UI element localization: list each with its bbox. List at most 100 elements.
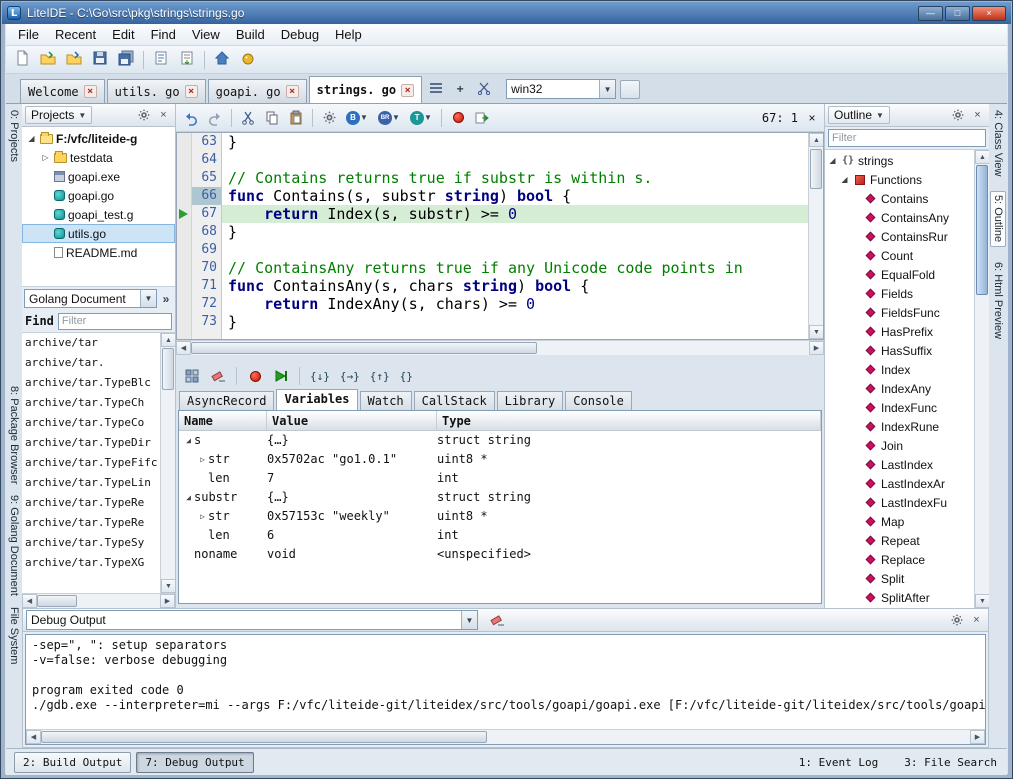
side-tab-5-outline[interactable]: 5: Outline: [990, 191, 1006, 246]
tab-utils-go[interactable]: utils. go×: [107, 79, 206, 103]
tree-row[interactable]: goapi.exe: [22, 167, 175, 186]
copy-button[interactable]: [261, 108, 283, 128]
line-number[interactable]: 71: [192, 277, 222, 295]
line-number[interactable]: 73: [192, 313, 222, 331]
outline-row[interactable]: Split: [825, 569, 974, 588]
minimize-button[interactable]: —: [918, 6, 943, 21]
code-row[interactable]: 66func Contains(s, substr string) bool {: [177, 187, 808, 205]
clear-debug-button[interactable]: [207, 366, 229, 386]
doc-list-item[interactable]: archive/tar.TypeSy: [22, 533, 160, 553]
outline-filter-input[interactable]: [828, 129, 986, 147]
outline-row[interactable]: Index: [825, 360, 974, 379]
menu-item-edit[interactable]: Edit: [104, 24, 142, 45]
close-split-button[interactable]: [473, 78, 495, 100]
new-file-button[interactable]: [10, 49, 34, 71]
tree-row[interactable]: utils.go: [22, 224, 175, 243]
paste-button[interactable]: [285, 108, 307, 128]
outline-row[interactable]: ◢{}strings: [825, 151, 974, 170]
env-edit-button[interactable]: [620, 80, 640, 99]
code-row[interactable]: 72 return IndexAny(s, chars) >= 0: [177, 295, 808, 313]
line-number[interactable]: 65: [192, 169, 222, 187]
panel-selector-combo[interactable]: Golang Document▼: [24, 289, 157, 308]
code-row[interactable]: 70// ContainsAny returns true if any Uni…: [177, 259, 808, 277]
scroll-left-icon[interactable]: ◀: [26, 730, 41, 744]
output-menu-button[interactable]: [948, 612, 965, 629]
export-file-button[interactable]: [175, 49, 199, 71]
expander-icon[interactable]: ◢: [839, 175, 850, 184]
doc-filter-input[interactable]: [58, 313, 172, 330]
outline-row[interactable]: Fields: [825, 284, 974, 303]
outline-row[interactable]: IndexFunc: [825, 398, 974, 417]
expander-icon[interactable]: ◢: [183, 431, 194, 450]
scroll-up-icon[interactable]: ▲: [809, 133, 824, 147]
doc-list-item[interactable]: archive/tar.TypeRe: [22, 493, 160, 513]
side-tab-file-system[interactable]: File System: [7, 604, 21, 667]
cut-button[interactable]: [237, 108, 259, 128]
projects-hscrollbar[interactable]: ◀ ▶: [22, 593, 175, 608]
panel-overflow-button[interactable]: »: [159, 292, 173, 306]
scroll-up-icon[interactable]: ▲: [975, 150, 989, 164]
status-button-1-event-log[interactable]: 1: Event Log: [797, 753, 880, 772]
build-button[interactable]: B▼: [342, 108, 372, 128]
editor-close-button[interactable]: ×: [804, 108, 820, 128]
menu-item-help[interactable]: Help: [327, 24, 370, 45]
line-number[interactable]: 72: [192, 295, 222, 313]
tab-close-icon[interactable]: ×: [185, 85, 198, 98]
scroll-thumb[interactable]: [810, 149, 822, 189]
tab-welcome[interactable]: Welcome×: [20, 79, 105, 103]
debug-tab-asyncrecord[interactable]: AsyncRecord: [179, 391, 274, 410]
side-tab-8-package-browser[interactable]: 8: Package Browser: [7, 383, 21, 487]
line-number[interactable]: 64: [192, 151, 222, 169]
outline-row[interactable]: IndexRune: [825, 417, 974, 436]
menu-item-view[interactable]: View: [184, 24, 228, 45]
scroll-left-icon[interactable]: ◀: [22, 594, 37, 608]
code-editor[interactable]: 63}6465// Contains returns true if subst…: [176, 132, 824, 340]
clear-output-button[interactable]: [489, 612, 506, 629]
debug-tab-callstack[interactable]: CallStack: [414, 391, 495, 410]
menu-item-debug[interactable]: Debug: [273, 24, 327, 45]
line-number[interactable]: 70: [192, 259, 222, 277]
code-row[interactable]: 69: [177, 241, 808, 259]
tree-row[interactable]: README.md: [22, 243, 175, 262]
build-run-button[interactable]: BR▼: [374, 108, 404, 128]
column-name[interactable]: Name: [179, 411, 267, 431]
tab-list-button[interactable]: [425, 78, 447, 100]
expander-icon[interactable]: ◢: [26, 134, 37, 143]
output-close-button[interactable]: ×: [968, 612, 985, 629]
outline-row[interactable]: HasPrefix: [825, 322, 974, 341]
scroll-down-icon[interactable]: ▼: [975, 594, 989, 608]
projects-panel-selector[interactable]: Projects▼: [25, 106, 92, 124]
variable-row[interactable]: len7int: [179, 469, 821, 488]
variable-row[interactable]: ◢substr{…}struct string: [179, 488, 821, 507]
doc-list-item[interactable]: archive/tar.TypeRe: [22, 513, 160, 533]
outline-row[interactable]: HasSuffix: [825, 341, 974, 360]
side-tab-9-golang-document[interactable]: 9: Golang Document: [7, 492, 21, 599]
scroll-down-icon[interactable]: ▼: [161, 579, 175, 593]
projects-menu-button[interactable]: [135, 107, 152, 124]
outline-row[interactable]: LastIndex: [825, 455, 974, 474]
side-tab-0-projects[interactable]: 0: Projects: [7, 107, 21, 165]
outline-row[interactable]: LastIndexAr: [825, 474, 974, 493]
doc-list-item[interactable]: archive/tar.TypeCo: [22, 413, 160, 433]
column-value[interactable]: Value: [267, 411, 437, 431]
record-button[interactable]: [447, 108, 469, 128]
doc-list-item[interactable]: archive/tar.TypeXG: [22, 553, 160, 573]
outline-row[interactable]: Join: [825, 436, 974, 455]
debug-tab-variables[interactable]: Variables: [276, 389, 357, 410]
status-button-3-file-search[interactable]: 3: File Search: [902, 753, 999, 772]
step-into-icon[interactable]: {↓}: [307, 368, 333, 385]
open-file-button[interactable]: [36, 49, 60, 71]
variable-row[interactable]: ▷str0x57153c "weekly"uint8 *: [179, 507, 821, 526]
scroll-thumb[interactable]: [976, 165, 988, 295]
scroll-thumb[interactable]: [162, 348, 174, 390]
expander-icon[interactable]: ▷: [197, 507, 208, 526]
debug-tab-library[interactable]: Library: [497, 391, 564, 410]
tab-close-icon[interactable]: ×: [286, 85, 299, 98]
doc-list-item[interactable]: archive/tar.TypeBlc: [22, 373, 160, 393]
scroll-right-icon[interactable]: ▶: [160, 594, 175, 608]
build-config-button[interactable]: [318, 108, 340, 128]
doc-list-item[interactable]: archive/tar.TypeLin: [22, 473, 160, 493]
doc-list-item[interactable]: archive/tar.TypeFifc: [22, 453, 160, 473]
outline-row[interactable]: SplitAfter: [825, 588, 974, 607]
tab-strings-go[interactable]: strings. go×: [309, 76, 422, 103]
